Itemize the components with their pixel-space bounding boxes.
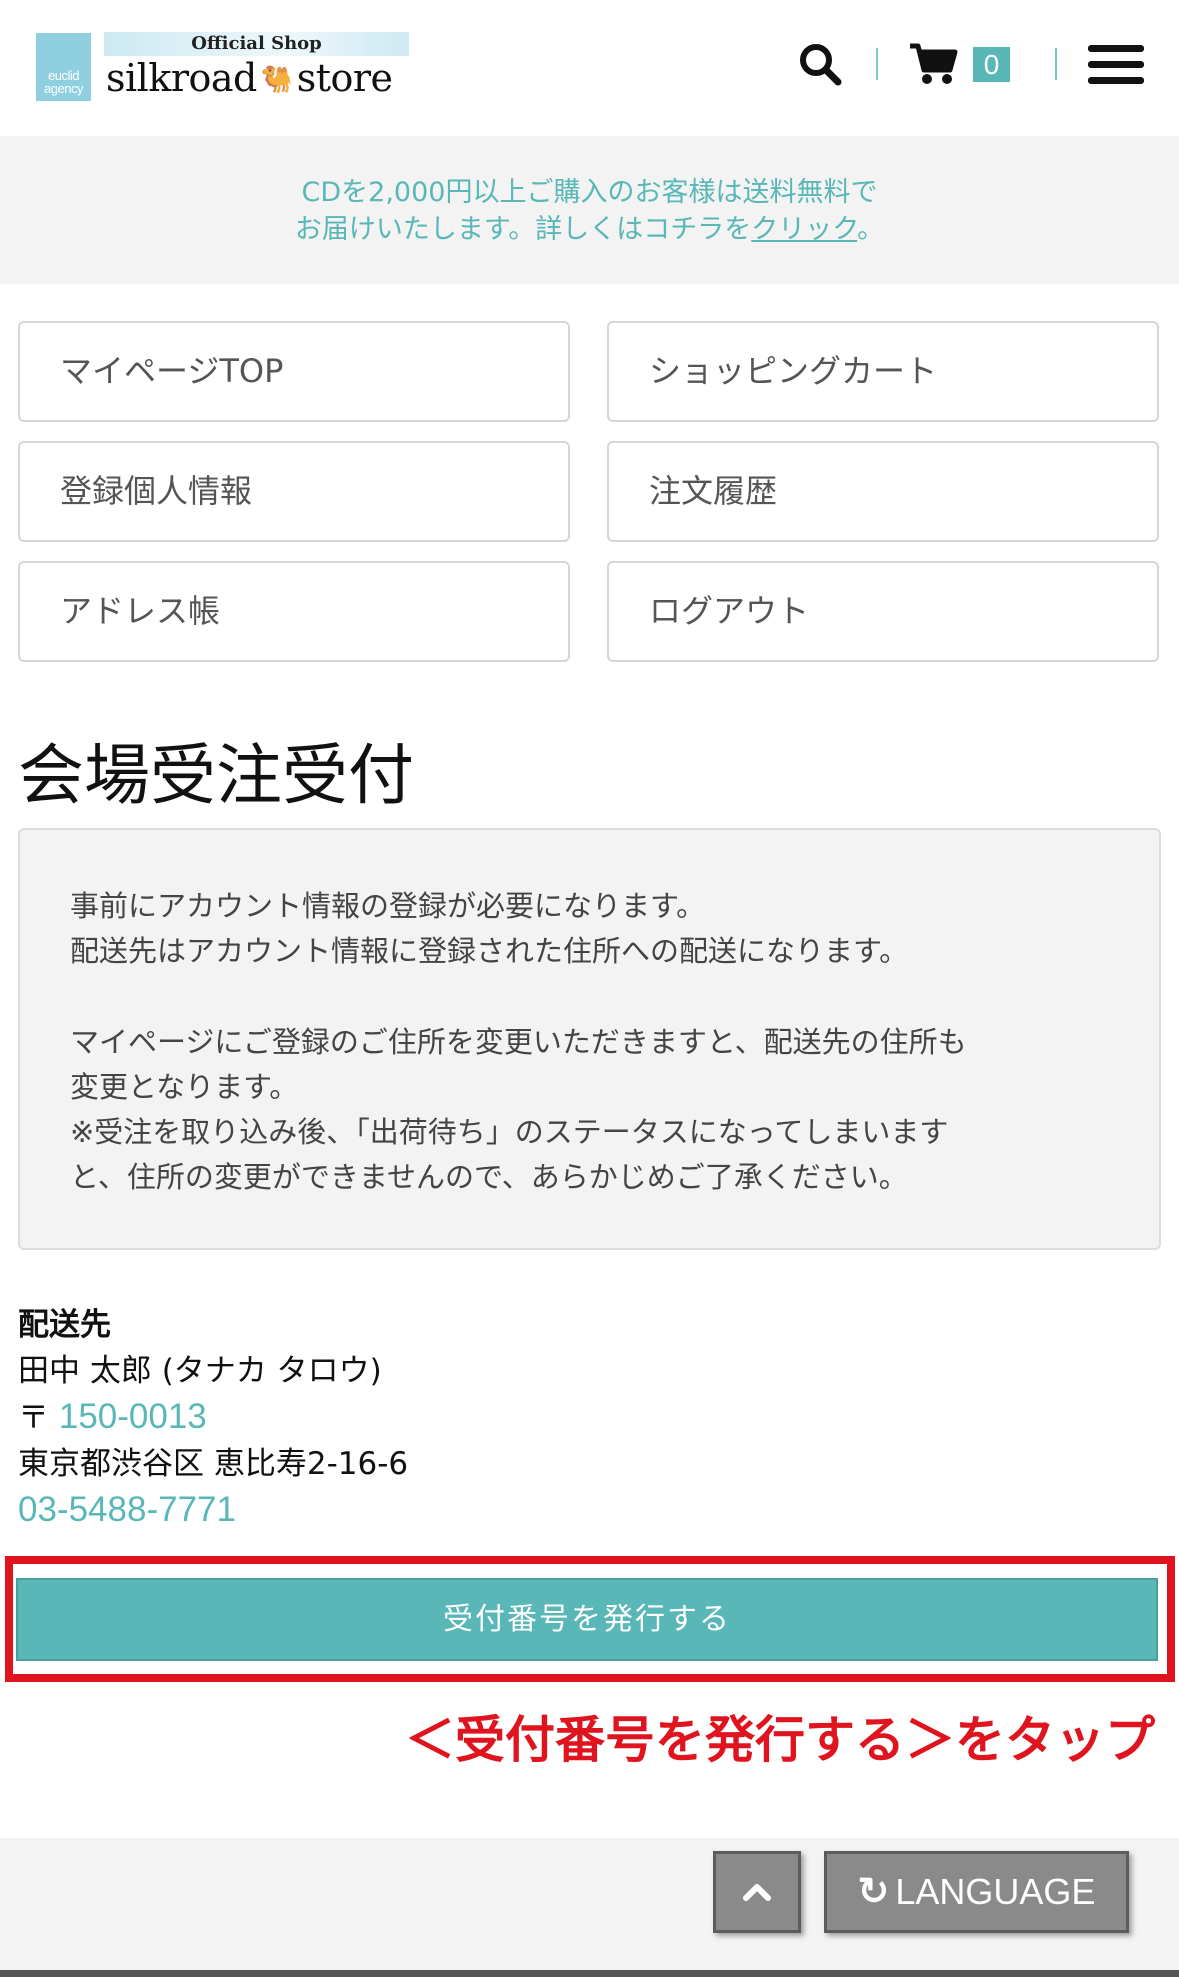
site-header: euclid agency Official Shop silkroad 🐫 sto… — [0, 0, 1179, 136]
footer-bar — [0, 1970, 1179, 1977]
logo-name-right: store — [296, 56, 393, 100]
shipping-address-line: 東京都渋谷区 恵比寿2-16-6 — [18, 1446, 409, 1482]
shipping-postal: 〒 150-0013 — [18, 1394, 408, 1441]
info-line: 事前にアカウント情報の登録が必要になります。 — [70, 889, 706, 923]
search-icon[interactable] — [796, 40, 844, 88]
shipping-name: 田中 太郎 (タナカ タロウ) — [18, 1353, 382, 1389]
nav-mypage-top-button[interactable]: マイページTOP — [18, 321, 570, 422]
notice-line1: CDを2,000円以上ご購入のお客様は送料無料で — [301, 177, 878, 208]
tap-instruction: ＜受付番号を発行する＞をタップ — [405, 1711, 1155, 1769]
language-button[interactable]: ↻ LANGUAGE — [824, 1851, 1129, 1933]
shipping-label: 配送先 — [18, 1307, 111, 1343]
nav-logout-button[interactable]: ログアウト — [607, 561, 1159, 662]
info-line: マイページにご登録のご住所を変更いただきますと、配送先の住所も — [70, 1025, 967, 1059]
header-divider — [1055, 48, 1057, 80]
notice-line2-prefix: お届けいたします。詳しくはコチラを — [294, 214, 752, 245]
postal-mark: 〒 — [18, 1400, 49, 1436]
reload-icon: ↻ — [857, 1871, 890, 1913]
info-box: 事前にアカウント情報の登録が必要になります。 配送先はアカウント情報に登録された… — [18, 828, 1161, 1250]
logo-banner[interactable]: Official Shop — [104, 32, 409, 56]
agency-logo[interactable]: euclid agency — [36, 33, 91, 101]
scroll-top-button[interactable] — [713, 1851, 801, 1933]
agency-logo-bottom: agency — [44, 81, 83, 96]
notice-click-link[interactable]: クリック — [751, 214, 857, 245]
nav-profile-button[interactable]: 登録個人情報 — [18, 441, 570, 542]
info-line: ※受注を取り込み後、「出荷待ち」のステータスになってしまいます — [70, 1115, 949, 1149]
nav-shopping-cart-button[interactable]: ショッピングカート — [607, 321, 1159, 422]
header-divider — [876, 48, 878, 80]
info-line: 配送先はアカウント情報に登録された住所への配送になります。 — [70, 934, 909, 968]
phone-link[interactable]: 03-5488-7771 — [18, 1487, 408, 1533]
free-shipping-notice: CDを2,000円以上ご購入のお客様は送料無料で お届けいたします。詳しくはコチ… — [0, 136, 1179, 284]
shipping-address: 配送先 田中 太郎 (タナカ タロウ) 〒 150-0013 東京都渋谷区 恵比… — [18, 1302, 408, 1533]
camel-icon: 🐫 — [260, 65, 293, 95]
nav-order-history-button[interactable]: 注文履歴 — [607, 441, 1159, 542]
issue-receipt-number-button[interactable]: 受付番号を発行する — [16, 1578, 1158, 1661]
postal-code-link[interactable]: 150-0013 — [59, 1397, 207, 1436]
cart-icon[interactable] — [908, 40, 958, 86]
cart-count-badge[interactable]: 0 — [973, 47, 1010, 82]
menu-icon[interactable] — [1088, 45, 1144, 85]
notice-line2-suffix: 。 — [857, 214, 885, 245]
language-label: LANGUAGE — [895, 1871, 1096, 1912]
notice-line2: お届けいたします。詳しくはコチラをクリック。 — [0, 211, 1179, 248]
page-title: 会場受注受付 — [18, 737, 414, 814]
info-line: 変更となります。 — [70, 1070, 299, 1104]
info-line: と、住所の変更ができませんので、あらかじめご了承ください。 — [70, 1160, 908, 1194]
logo-name-left: silkroad — [106, 56, 257, 100]
chevron-up-icon — [743, 1884, 771, 1901]
nav-address-book-button[interactable]: アドレス帳 — [18, 561, 570, 662]
shop-logo[interactable]: silkroad 🐫 store — [106, 56, 393, 100]
